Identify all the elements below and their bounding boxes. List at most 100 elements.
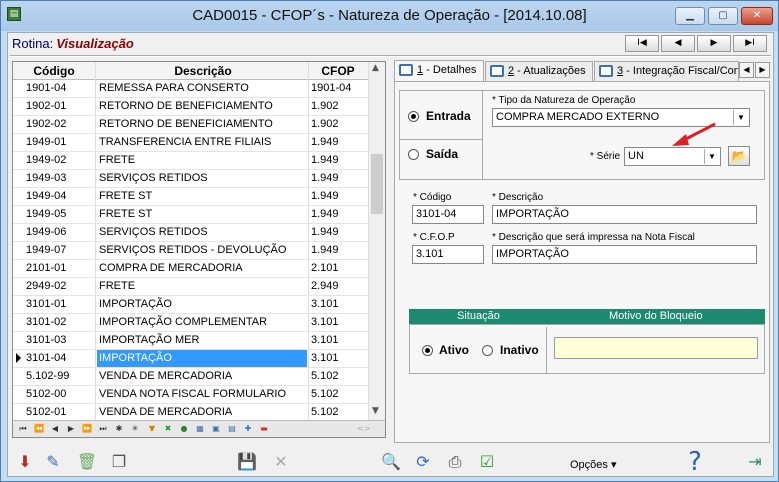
refresh-icon[interactable]: ⟳ [412,451,434,473]
table-row[interactable]: 3101-01 IMPORTAÇÃO 3.101 [13,296,368,314]
save-layout-icon[interactable]: ▣ [210,423,222,435]
search-icon[interactable]: 🔍 [380,451,402,473]
table-row[interactable]: 1949-02 FRETE 1.949 [13,152,368,170]
cell-cfop[interactable]: 1.949 [311,190,339,202]
columns-icon[interactable]: ▤ [226,423,238,435]
table-row[interactable]: 3101-02 IMPORTAÇÃO COMPLEMENTAR 3.101 [13,314,368,332]
header-codigo[interactable]: Código [13,64,95,78]
cell-cfop[interactable]: 5.102 [311,370,339,382]
cell-descricao[interactable]: SERVIÇOS RETIDOS - DEVOLUÇÃO [99,244,286,256]
cfop-grid[interactable]: Código Descrição CFOP 1901-04 REMESSA PAR… [12,61,386,438]
cell-descricao[interactable]: IMPORTAÇÃO [99,352,172,364]
cell-codigo[interactable]: 3101-01 [26,298,66,310]
cell-codigo[interactable]: 1949-03 [26,172,66,184]
grid-vscrollbar[interactable]: ▲ ▼ [368,62,385,421]
cell-cfop[interactable]: 2.949 [311,280,339,292]
cell-descricao[interactable]: FRETE ST [99,208,152,220]
next-icon[interactable]: ▶ [65,423,77,435]
table-row[interactable]: 1949-07 SERVIÇOS RETIDOS - DEVOLUÇÃO 1.949 [13,242,368,260]
tab-scroll-right-icon[interactable]: ▶ [755,62,770,78]
bookmark-clear-icon[interactable]: ✳ [129,423,141,435]
cell-cfop[interactable]: 1.949 [311,208,339,220]
table-row[interactable]: 3101-04 IMPORTAÇÃO 3.101 [13,350,368,368]
add-row-icon[interactable]: ✚ [242,423,254,435]
cell-codigo[interactable]: 1949-05 [26,208,66,220]
descricao-field[interactable]: IMPORTAÇÃO [492,205,757,224]
serie-select[interactable]: UN ▼ [624,147,721,166]
cell-cfop[interactable]: 3.101 [311,316,339,328]
tab-scroll-left-icon[interactable]: ◀ [739,62,754,78]
first-icon[interactable]: ⏮ [17,423,29,435]
cell-cfop[interactable]: 1.902 [311,118,339,130]
first-record-button[interactable]: I◀ [625,35,659,52]
cell-cfop[interactable]: 1901-04 [311,82,351,94]
cell-descricao[interactable]: VENDA DE MERCADORIA [99,370,232,382]
close-button[interactable]: ✕ [741,7,773,25]
next-page-icon[interactable]: ⏩ [81,423,93,435]
table-row[interactable]: 1949-04 FRETE ST 1.949 [13,188,368,206]
cell-codigo[interactable]: 1902-01 [26,100,66,112]
cell-codigo[interactable]: 1949-06 [26,226,66,238]
cell-codigo[interactable]: 2101-01 [26,262,66,274]
cell-descricao[interactable]: FRETE [99,280,135,292]
cell-descricao[interactable]: RETORNO DE BENEFICIAMENTO [99,118,273,130]
table-row[interactable]: 2101-01 COMPRA DE MERCADORIA 2.101 [13,260,368,278]
cell-descricao[interactable]: FRETE [99,154,135,166]
table-row[interactable]: 1902-01 RETORNO DE BENEFICIAMENTO 1.902 [13,98,368,116]
prev-icon[interactable]: ◀ [49,423,61,435]
cell-cfop[interactable]: 5.102 [311,406,339,418]
last-record-button[interactable]: ▶I [733,35,767,52]
grid-icon[interactable]: ▦ [194,423,206,435]
help-icon[interactable]: ? [684,449,706,475]
table-row[interactable]: 3101-03 IMPORTAÇÃO MER 3.101 [13,332,368,350]
cell-descricao[interactable]: SERVIÇOS RETIDOS [99,226,208,238]
cell-cfop[interactable]: 2.101 [311,262,339,274]
chevron-down-icon[interactable]: ▼ [704,149,719,164]
table-row[interactable]: 1901-04 REMESSA PARA CONSERTO 1901-04 [13,80,368,98]
table-row[interactable]: 2949-02 FRETE 2.949 [13,278,368,296]
cell-codigo[interactable]: 5102-00 [26,388,66,400]
table-row[interactable]: 5102-00 VENDA NOTA FISCAL FORMULARIO 5.102 [13,386,368,404]
cfop-field[interactable]: 3.101 [412,245,484,264]
cell-descricao[interactable]: VENDA NOTA FISCAL FORMULARIO [99,388,286,400]
cell-cfop[interactable]: 1.949 [311,172,339,184]
cell-cfop[interactable]: 3.101 [311,298,339,310]
edit-record-icon[interactable]: ✎ [42,451,64,473]
cell-descricao[interactable]: VENDA DE MERCADORIA [99,406,232,418]
motivo-field[interactable] [554,337,758,359]
last-icon[interactable]: ⏭ [97,423,109,435]
delete-record-icon[interactable]: 🗑 [76,451,98,473]
new-record-icon[interactable]: ⬇ [14,451,36,473]
tab-integracao-fiscal[interactable]: 3 - Integração Fiscal/Con [594,61,739,82]
cell-descricao[interactable]: SERVIÇOS RETIDOS [99,172,208,184]
cell-descricao[interactable]: COMPRA DE MERCADORIA [99,262,243,274]
descricao-nf-field[interactable]: IMPORTAÇÃO [492,245,757,264]
bookmark-icon[interactable]: ✱ [113,423,125,435]
cell-descricao[interactable]: IMPORTAÇÃO COMPLEMENTAR [99,316,267,328]
cell-codigo[interactable]: 5102-01 [26,406,66,418]
cell-codigo[interactable]: 1901-04 [26,82,66,94]
scroll-down-icon[interactable]: ▼ [372,406,379,416]
header-descricao[interactable]: Descrição [97,64,309,78]
entrada-radio[interactable] [408,111,419,122]
cancel-icon[interactable]: ✕ [270,451,292,473]
table-row[interactable]: 5.102-99 VENDA DE MERCADORIA 5.102 [13,368,368,386]
table-row[interactable]: 1902-02 RETORNO DE BENEFICIAMENTO 1.902 [13,116,368,134]
cell-codigo[interactable]: 1949-04 [26,190,66,202]
opcoes-menu[interactable]: Opções ▾ [570,458,617,471]
cell-descricao[interactable]: IMPORTAÇÃO [99,298,172,310]
scroll-thumb[interactable] [371,154,383,214]
cell-codigo[interactable]: 1902-02 [26,118,66,130]
table-row[interactable]: 1949-05 FRETE ST 1.949 [13,206,368,224]
cell-descricao[interactable]: TRANSFERENCIA ENTRE FILIAIS [99,136,271,148]
filter-icon[interactable]: ▼ [146,423,158,435]
tab-detalhes[interactable]: 1 - Detalhes [394,60,484,82]
prev-page-icon[interactable]: ⏪ [33,423,45,435]
save-icon[interactable]: 💾 [236,451,258,473]
cell-codigo[interactable]: 3101-02 [26,316,66,328]
cell-codigo[interactable]: 2949-02 [26,280,66,292]
codigo-field[interactable]: 3101-04 [412,205,484,224]
cell-cfop[interactable]: 3.101 [311,352,339,364]
cell-codigo[interactable]: 3101-03 [26,334,66,346]
next-record-button[interactable]: ▶ [697,35,731,52]
